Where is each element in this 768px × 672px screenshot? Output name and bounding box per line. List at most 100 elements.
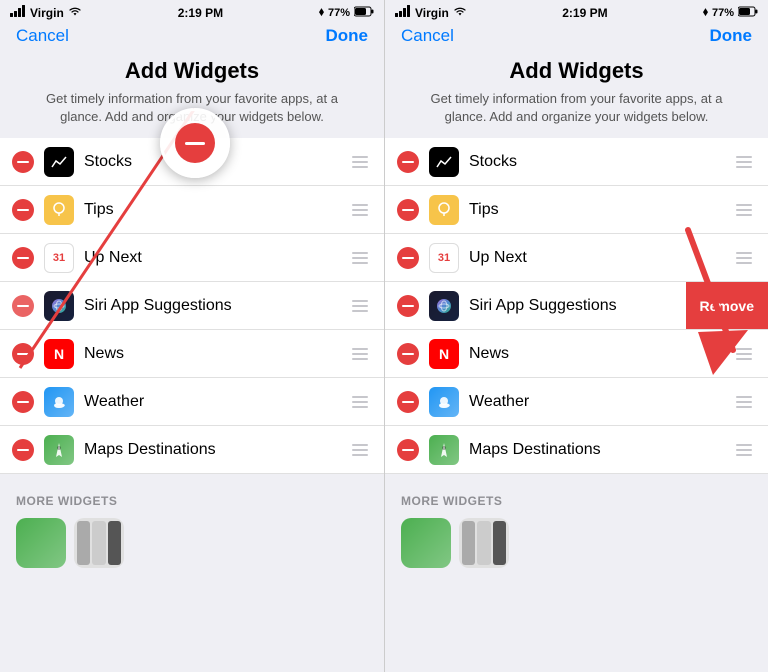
maps-label-right: Maps Destinations (469, 441, 732, 459)
status-left: Virgin (10, 5, 82, 20)
remove-btn-tips-left[interactable] (12, 199, 34, 221)
remove-btn-siri-right[interactable] (397, 295, 419, 317)
more-widget-2-left[interactable] (74, 518, 124, 568)
news-icon-right: N (429, 339, 459, 369)
status-bar-left: Virgin 2:19 PM ⬧ 77% (0, 0, 384, 22)
maps-icon-right (429, 435, 459, 465)
drag-handle-stocks-left[interactable] (348, 152, 372, 172)
more-widget-1-right[interactable] (401, 518, 451, 568)
widget-news-left: N News (0, 330, 384, 378)
more-section-right: MORE WIDGETS (385, 474, 768, 576)
remove-btn-news-right[interactable] (397, 343, 419, 365)
widget-maps-right: Maps Destinations (385, 426, 768, 474)
right-panel: Virgin 2:19 PM ⬧ 77% Canc (384, 0, 768, 672)
upnext-label-right: Up Next (469, 249, 732, 267)
remove-btn-stocks-right[interactable] (397, 151, 419, 173)
tips-label-left: Tips (84, 201, 348, 219)
drag-handle-upnext-left[interactable] (348, 248, 372, 268)
page-title-right: Add Widgets (409, 58, 744, 84)
signal-icon (10, 5, 26, 20)
cancel-button-left[interactable]: Cancel (16, 26, 69, 46)
battery-icon-left (354, 6, 374, 20)
signal-icon-right (395, 5, 411, 20)
header-right: Add Widgets Get timely information from … (385, 52, 768, 138)
drag-handle-stocks-right[interactable] (732, 152, 756, 172)
remove-btn-maps-left[interactable] (12, 439, 34, 461)
wifi-icon-left (68, 6, 82, 20)
left-panel: Virgin 2:19 PM ⬧ 77% Canc (0, 0, 384, 672)
drag-handle-news-left[interactable] (348, 344, 372, 364)
more-widget-1-left[interactable] (16, 518, 66, 568)
drag-handle-upnext-right[interactable] (732, 248, 756, 268)
drag-handle-weather-right[interactable] (732, 392, 756, 412)
drag-handle-siri-left[interactable] (348, 296, 372, 316)
page-title-left: Add Widgets (24, 58, 360, 84)
remove-btn-tips-right[interactable] (397, 199, 419, 221)
widget-list-left: Stocks Tips 31 Up Next (0, 138, 384, 474)
battery-pct-right: 77% (712, 7, 734, 19)
weather-icon-left (44, 387, 74, 417)
widget-stocks-right: Stocks (385, 138, 768, 186)
cancel-button-right[interactable]: Cancel (401, 26, 454, 46)
remove-action-button[interactable]: Remove (686, 282, 768, 330)
maps-label-left: Maps Destinations (84, 441, 348, 459)
widget-upnext-right: 31 Up Next (385, 234, 768, 282)
maps-icon-left (44, 435, 74, 465)
stocks-label-right: Stocks (469, 153, 732, 171)
weather-icon-right (429, 387, 459, 417)
done-button-left[interactable]: Done (326, 26, 369, 46)
stocks-icon-left (44, 147, 74, 177)
upnext-label-left: Up Next (84, 249, 348, 267)
tips-icon-left (44, 195, 74, 225)
siri-icon-left (44, 291, 74, 321)
siri-icon-right (429, 291, 459, 321)
drag-handle-maps-left[interactable] (348, 440, 372, 460)
nav-bar-right: Cancel Done (385, 22, 768, 52)
more-widgets-row-right (401, 518, 752, 568)
upnext-icon-right: 31 (429, 243, 459, 273)
status-left-right: Virgin (395, 5, 467, 20)
status-bar-right: Virgin 2:19 PM ⬧ 77% (385, 0, 768, 22)
stocks-icon-right (429, 147, 459, 177)
bluetooth-icon-left: ⬧ (319, 6, 324, 19)
more-widget-2-right[interactable] (459, 518, 509, 568)
time-right: 2:19 PM (562, 6, 607, 20)
tips-label-right: Tips (469, 201, 732, 219)
drag-handle-tips-left[interactable] (348, 200, 372, 220)
drag-handle-maps-right[interactable] (732, 440, 756, 460)
time-left: 2:19 PM (178, 6, 223, 20)
weather-label-right: Weather (469, 393, 732, 411)
widget-news-right: N News (385, 330, 768, 378)
drag-handle-news-right[interactable] (732, 344, 756, 364)
news-label-right: News (469, 345, 732, 363)
carrier-left: Virgin (30, 6, 64, 20)
remove-btn-stocks-left[interactable] (12, 151, 34, 173)
remove-btn-upnext-left[interactable] (12, 247, 34, 269)
status-right-right: ⬧ 77% (703, 6, 758, 20)
more-title-right: MORE WIDGETS (401, 494, 752, 508)
more-section-left: MORE WIDGETS (0, 474, 384, 576)
annotation-circle (160, 108, 230, 178)
widget-siri-left: Siri App Suggestions (0, 282, 384, 330)
more-title-left: MORE WIDGETS (16, 494, 368, 508)
remove-btn-news-left[interactable] (12, 343, 34, 365)
drag-handle-tips-right[interactable] (732, 200, 756, 220)
remove-btn-siri-left[interactable] (12, 295, 34, 317)
news-icon-left: N (44, 339, 74, 369)
status-right-left: ⬧ 77% (319, 6, 374, 20)
remove-btn-weather-left[interactable] (12, 391, 34, 413)
news-label-left: News (84, 345, 348, 363)
widget-weather-left: Weather (0, 378, 384, 426)
widget-upnext-left: 31 Up Next (0, 234, 384, 282)
remove-btn-weather-right[interactable] (397, 391, 419, 413)
header-desc-right: Get timely information from your favorit… (409, 90, 744, 126)
done-button-right[interactable]: Done (710, 26, 753, 46)
nav-bar-left: Cancel Done (0, 22, 384, 52)
upnext-icon-left: 31 (44, 243, 74, 273)
drag-handle-weather-left[interactable] (348, 392, 372, 412)
more-widgets-row-left (16, 518, 368, 568)
remove-btn-maps-right[interactable] (397, 439, 419, 461)
carrier-right: Virgin (415, 6, 449, 20)
remove-btn-upnext-right[interactable] (397, 247, 419, 269)
tips-icon-right (429, 195, 459, 225)
